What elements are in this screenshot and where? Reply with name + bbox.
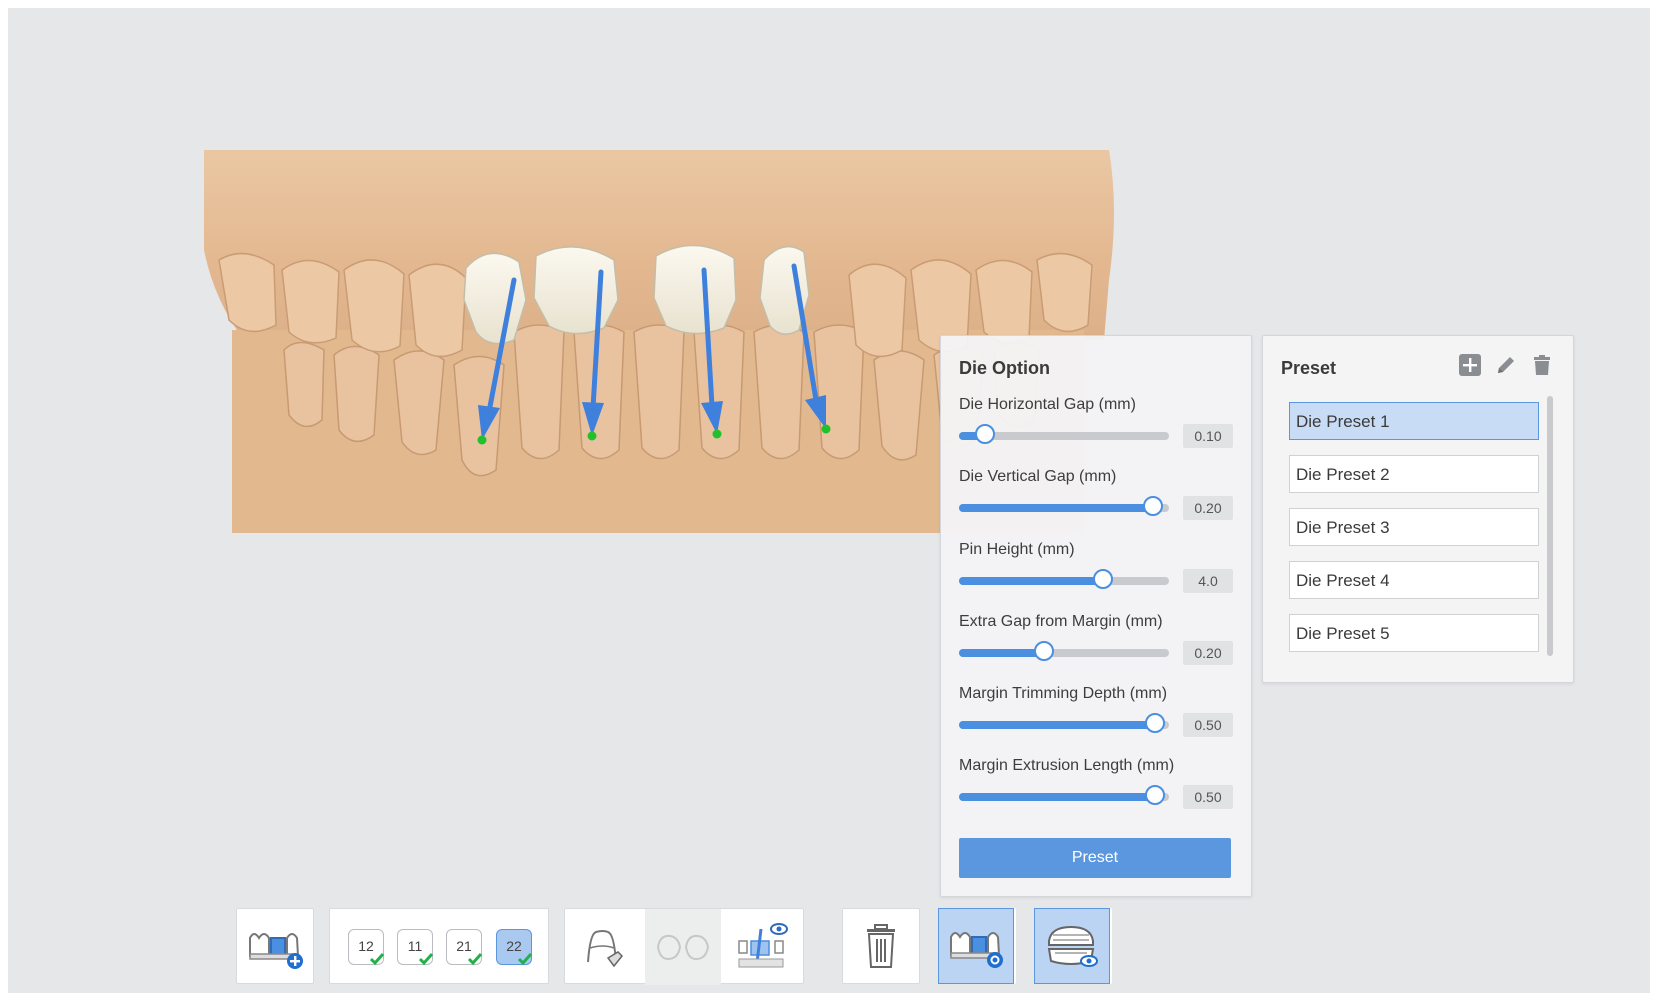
delete-icon <box>867 924 895 968</box>
extra-gap-from-margin-slider[interactable]: Extra Gap from Margin (mm) 0.20 <box>959 613 1237 683</box>
slider-track[interactable] <box>959 785 1169 805</box>
die-horizontal-gap-slider[interactable]: Die Horizontal Gap (mm) 0.10 <box>959 396 1237 466</box>
hide-tool-icon <box>656 934 710 961</box>
tooth-chip-12[interactable]: 12 <box>348 929 385 966</box>
slider-fill <box>959 577 1104 585</box>
slider-thumb[interactable] <box>975 424 996 444</box>
margin-trimming-depth-slider[interactable]: Margin Trimming Depth (mm) 0.50 <box>959 685 1237 755</box>
toolbar-add-group <box>236 908 314 984</box>
slider-thumb[interactable] <box>1143 496 1164 516</box>
hide-tool-button[interactable] <box>645 909 721 985</box>
slider-label: Die Vertical Gap (mm) <box>959 468 1117 485</box>
edit-icon[interactable] <box>1493 352 1519 378</box>
viewport[interactable]: Die Option Die Horizontal Gap (mm) 0.10 … <box>8 8 1650 993</box>
pin-height-slider[interactable]: Pin Height (mm) 4.0 <box>959 541 1237 611</box>
slider-fill <box>959 721 1157 729</box>
slider-fill <box>959 504 1155 512</box>
preset-panel: Preset Die Preset 1 Die Preset 2 Die Pre… <box>1262 335 1574 683</box>
slider-label: Pin Height (mm) <box>959 541 1075 558</box>
slider-track[interactable] <box>959 496 1169 516</box>
add-die-icon <box>249 933 303 969</box>
slider-thumb[interactable] <box>1145 713 1166 733</box>
slider-track[interactable] <box>959 713 1169 733</box>
slider-label: Extra Gap from Margin (mm) <box>959 613 1163 630</box>
slider-value[interactable]: 4.0 <box>1183 569 1233 593</box>
preset-item[interactable]: Die Preset 5 <box>1289 614 1539 652</box>
slider-fill <box>959 793 1157 801</box>
toolbar-tools-group <box>564 908 804 985</box>
die-option-title: Die Option <box>959 358 1050 378</box>
preset-item[interactable]: Die Preset 3 <box>1289 508 1539 546</box>
check-icon <box>467 953 483 966</box>
slider-track[interactable] <box>959 641 1169 661</box>
tooth-chip-22[interactable]: 22 <box>496 929 533 966</box>
preset-scrollbar[interactable] <box>1547 396 1553 656</box>
die-settings-icon <box>950 932 1003 968</box>
margin-tool-button[interactable] <box>565 909 641 985</box>
tooth-chip-21[interactable]: 21 <box>446 929 483 966</box>
preset-item[interactable]: Die Preset 2 <box>1289 455 1539 493</box>
slider-label: Margin Extrusion Length (mm) <box>959 757 1175 774</box>
view-path-icon <box>738 923 788 968</box>
slider-value[interactable]: 0.10 <box>1183 424 1233 448</box>
slider-value[interactable]: 0.20 <box>1183 496 1233 520</box>
margin-tool-icon <box>587 930 624 968</box>
delete-die-button[interactable] <box>843 909 919 985</box>
slider-track[interactable] <box>959 424 1169 444</box>
show-model-button[interactable] <box>1034 908 1110 984</box>
show-model-icon <box>1047 925 1098 967</box>
check-icon <box>369 953 385 966</box>
slider-value[interactable]: 0.20 <box>1183 641 1233 665</box>
preset-title: Preset <box>1281 358 1337 378</box>
slider-thumb[interactable] <box>1092 569 1113 589</box>
slider-value[interactable]: 0.50 <box>1183 713 1233 737</box>
add-icon[interactable] <box>1457 352 1483 378</box>
slider-value[interactable]: 0.50 <box>1183 785 1233 809</box>
die-option-panel: Die Option Die Horizontal Gap (mm) 0.10 … <box>940 335 1252 897</box>
slider-track[interactable] <box>959 569 1169 589</box>
slider-thumb[interactable] <box>1145 785 1166 805</box>
check-icon <box>517 953 533 966</box>
slider-thumb[interactable] <box>1034 641 1055 661</box>
die-vertical-gap-slider[interactable]: Die Vertical Gap (mm) 0.20 <box>959 468 1237 538</box>
slider-fill <box>959 649 1046 657</box>
slider-label: Margin Trimming Depth (mm) <box>959 685 1168 702</box>
margin-extrusion-length-slider[interactable]: Margin Extrusion Length (mm) 0.50 <box>959 757 1237 827</box>
delete-icon[interactable] <box>1529 352 1555 378</box>
tooth-select-group: 12 11 21 22 <box>329 908 549 984</box>
preset-item[interactable]: Die Preset 1 <box>1289 402 1539 440</box>
toolbar-delete-group <box>842 908 920 984</box>
view-path-button[interactable] <box>725 909 801 985</box>
slider-label: Die Horizontal Gap (mm) <box>959 396 1136 413</box>
die-settings-button[interactable] <box>938 908 1014 984</box>
toolbar-view-group <box>1034 908 1112 984</box>
preset-actions <box>1457 352 1555 378</box>
tooth-chip-11[interactable]: 11 <box>397 929 434 966</box>
check-icon <box>418 953 434 966</box>
toolbar-settings-group <box>938 908 1016 984</box>
preset-button[interactable]: Preset <box>959 838 1231 878</box>
preset-item[interactable]: Die Preset 4 <box>1289 561 1539 599</box>
add-die-button[interactable] <box>237 909 313 985</box>
